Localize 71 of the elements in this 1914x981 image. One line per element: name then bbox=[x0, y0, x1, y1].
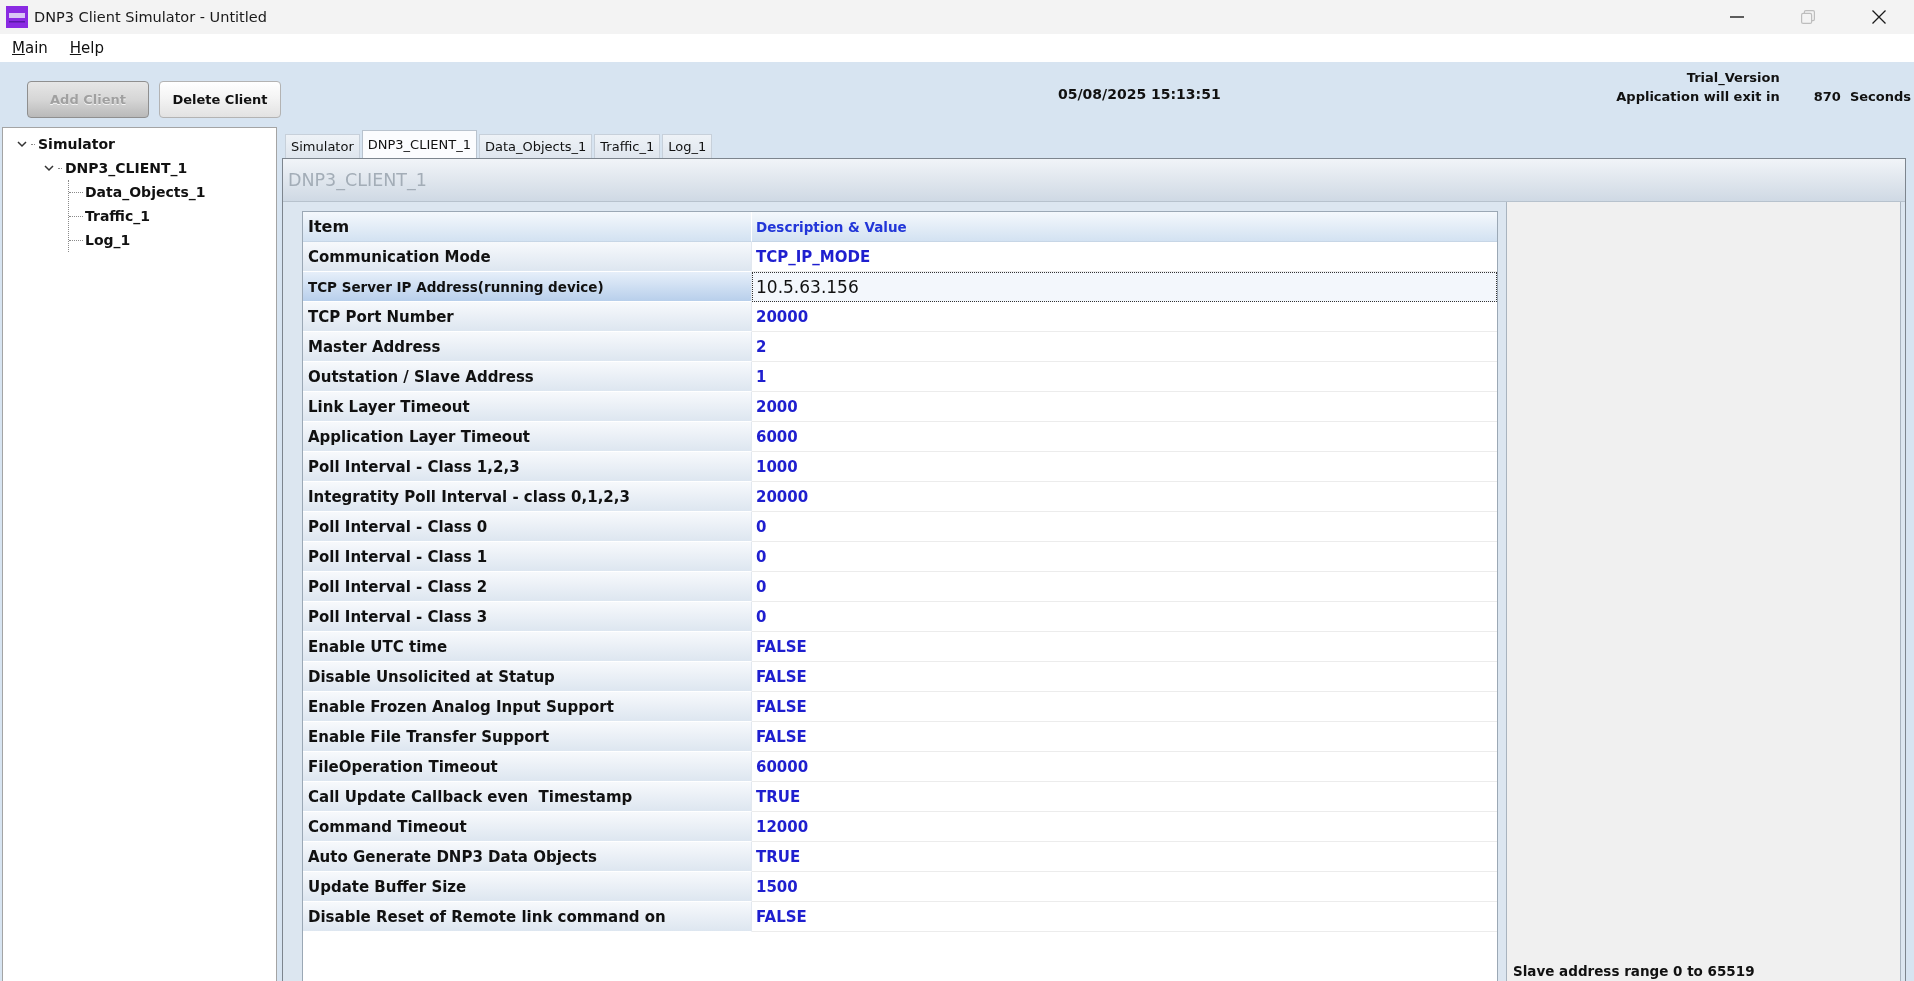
tree-item[interactable]: Simulator bbox=[38, 136, 115, 152]
property-name-cell: Enable Frozen Analog Input Support bbox=[303, 692, 752, 722]
property-name-cell: Enable UTC time bbox=[303, 632, 752, 662]
property-name-cell: Disable Reset of Remote link command on bbox=[303, 902, 752, 932]
menu-item[interactable]: Main bbox=[8, 37, 52, 59]
property-value-cell[interactable]: TRUE bbox=[752, 782, 1497, 812]
property-value-cell[interactable]: TRUE bbox=[752, 842, 1497, 872]
window-title: DNP3 Client Simulator - Untitled bbox=[34, 9, 267, 25]
property-name-cell: Link Layer Timeout bbox=[303, 392, 752, 422]
tab[interactable]: Data_Objects_1 bbox=[478, 134, 593, 158]
column-header: Item bbox=[303, 212, 752, 242]
property-value-cell[interactable]: FALSE bbox=[752, 722, 1497, 752]
property-name-cell: Disable Unsolicited at Statup bbox=[303, 662, 752, 692]
property-value-cell[interactable]: 2000 bbox=[752, 392, 1497, 422]
app-logo-icon bbox=[6, 6, 28, 28]
toolbar-button[interactable]: Delete Client bbox=[159, 81, 281, 118]
tree-item[interactable]: DNP3_CLIENT_1 bbox=[65, 160, 188, 176]
property-value-cell[interactable]: FALSE bbox=[752, 662, 1497, 692]
property-name-cell: Integratity Poll Interval - class 0,1,2,3 bbox=[303, 482, 752, 512]
property-name-cell: TCP Server IP Address(running device) bbox=[303, 272, 752, 302]
tab[interactable]: DNP3_CLIENT_1 bbox=[361, 130, 477, 158]
property-name-cell: Master Address bbox=[303, 332, 752, 362]
tree-item[interactable]: Data_Objects_1 bbox=[85, 184, 206, 200]
property-value-cell[interactable]: FALSE bbox=[752, 692, 1497, 722]
property-value-cell[interactable]: 6000 bbox=[752, 422, 1497, 452]
property-name-cell: Poll Interval - Class 2 bbox=[303, 572, 752, 602]
seconds-unit-text: Seconds bbox=[1849, 88, 1911, 106]
countdown-seconds-text: 870 bbox=[1813, 88, 1841, 106]
value-field[interactable]: 10.5.63.156 bbox=[752, 272, 1497, 302]
chevron-icon[interactable] bbox=[17, 139, 27, 149]
property-name-cell: Enable File Transfer Support bbox=[303, 722, 752, 752]
exit-countdown-text: Application will exit in bbox=[1616, 88, 1780, 106]
property-name-cell: Command Timeout bbox=[303, 812, 752, 842]
property-value-cell[interactable]: FALSE bbox=[752, 632, 1497, 662]
property-name-cell: Poll Interval - Class 0 bbox=[303, 512, 752, 542]
tree-item[interactable]: Traffic_1 bbox=[85, 208, 151, 224]
property-value-cell[interactable]: 1000 bbox=[752, 452, 1497, 482]
date-time-text: 05/08/2025 15:13:51 bbox=[1058, 86, 1221, 102]
property-name-cell: Poll Interval - Class 1,2,3 bbox=[303, 452, 752, 482]
column-header: Description & Value bbox=[752, 212, 1497, 242]
property-value-cell[interactable]: 0 bbox=[752, 542, 1497, 572]
property-name-cell: TCP Port Number bbox=[303, 302, 752, 332]
property-value-cell[interactable]: 1500 bbox=[752, 872, 1497, 902]
property-value-cell[interactable]: 20000 bbox=[752, 482, 1497, 512]
property-name-cell: Poll Interval - Class 1 bbox=[303, 542, 752, 572]
property-value-cell[interactable]: 60000 bbox=[752, 752, 1497, 782]
property-value-cell[interactable]: 1 bbox=[752, 362, 1497, 392]
property-name-cell: Update Buffer Size bbox=[303, 872, 752, 902]
property-name-cell: Call Update Callback even Timestamp bbox=[303, 782, 752, 812]
tree-item[interactable]: Log_1 bbox=[85, 232, 131, 248]
property-name-cell: FileOperation Timeout bbox=[303, 752, 752, 782]
property-value-cell[interactable]: 0 bbox=[752, 602, 1497, 632]
property-value-cell[interactable]: 20000 bbox=[752, 302, 1497, 332]
menu-item[interactable]: Help bbox=[65, 37, 109, 59]
property-value-cell[interactable]: 2 bbox=[752, 332, 1497, 362]
panel-title: DNP3_CLIENT_1 bbox=[287, 170, 427, 190]
tab[interactable]: Simulator bbox=[285, 134, 360, 158]
property-value-cell[interactable]: 0 bbox=[752, 512, 1497, 542]
property-name-cell: Outstation / Slave Address bbox=[303, 362, 752, 392]
property-value-cell[interactable]: 12000 bbox=[752, 812, 1497, 842]
property-name-cell: Poll Interval - Class 3 bbox=[303, 602, 752, 632]
property-name-cell: Auto Generate DNP3 Data Objects bbox=[303, 842, 752, 872]
trial-version-text: Trial_Version bbox=[1686, 69, 1780, 87]
tab[interactable]: Traffic_1 bbox=[594, 134, 661, 158]
hint-text: Slave address range 0 to 65519 bbox=[1513, 963, 1756, 979]
chevron-icon[interactable] bbox=[44, 163, 54, 173]
tab[interactable]: Log_1 bbox=[662, 134, 713, 158]
property-value-cell[interactable]: FALSE bbox=[752, 902, 1497, 932]
property-name-cell: Communication Mode bbox=[303, 242, 752, 272]
property-value-cell[interactable]: 0 bbox=[752, 572, 1497, 602]
property-name-cell: Application Layer Timeout bbox=[303, 422, 752, 452]
